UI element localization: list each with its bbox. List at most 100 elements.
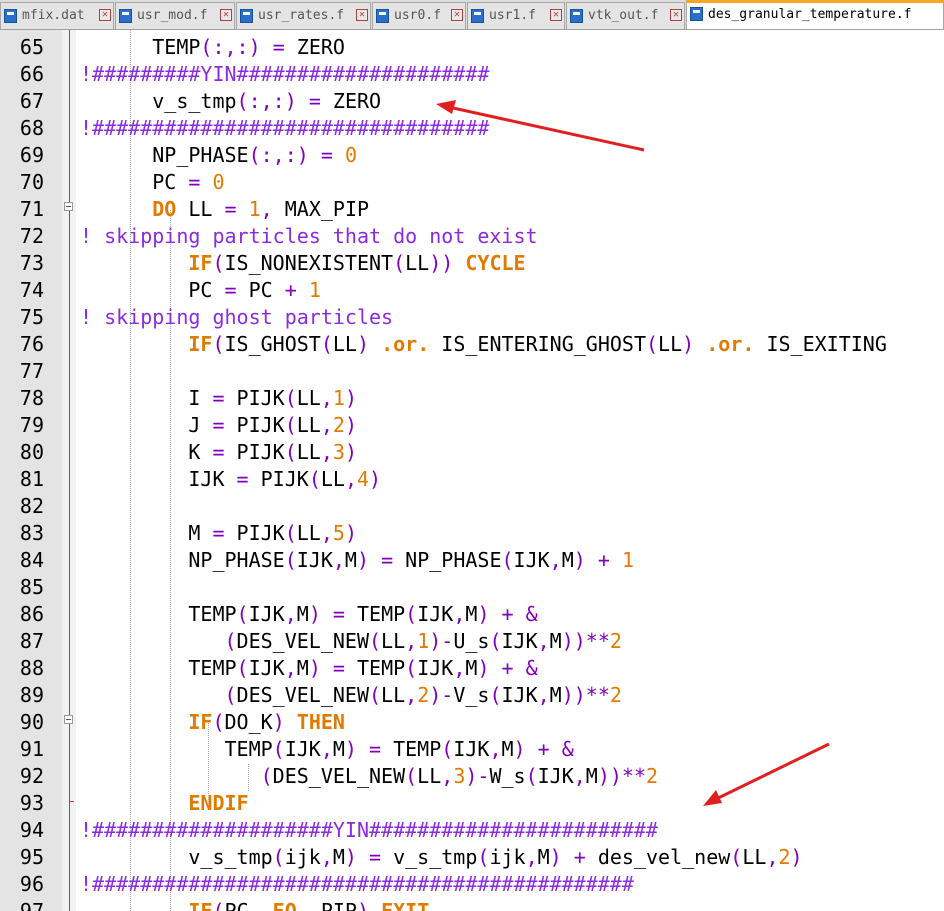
code-token: ) (369, 467, 382, 491)
fortran-file-icon (4, 9, 17, 23)
code-line[interactable]: PC = 0 (80, 169, 224, 196)
tab-des-granular-temperature-f[interactable]: des_granular_temperature.f✕ (686, 0, 944, 29)
code-line[interactable]: J = PIJK(LL,2) (80, 412, 357, 439)
code-line[interactable]: ! skipping particles that do not exist (80, 223, 538, 250)
tab-usr1-f[interactable]: usr1.f ✕ (467, 2, 565, 29)
code-token: ( (212, 251, 225, 275)
code-token: , (320, 440, 333, 464)
code-line[interactable]: !#######################################… (80, 871, 634, 898)
code-line[interactable]: (DES_VEL_NEW(LL,2)-V_s(IJK,M))**2 (80, 682, 622, 709)
code-line[interactable]: !################################# (80, 115, 489, 142)
code-token: , (260, 197, 273, 221)
code-editor[interactable]: TEMP(:,:) = ZERO !#########YIN###########… (76, 30, 944, 911)
fold-minus-icon[interactable] (64, 202, 73, 211)
code-line[interactable]: !####################YIN################… (80, 817, 658, 844)
close-tab-icon[interactable]: ✕ (356, 9, 368, 21)
code-token: = (369, 845, 382, 869)
code-token: ( (224, 629, 237, 653)
close-tab-icon[interactable]: ✕ (99, 9, 111, 21)
code-line[interactable]: v_s_tmp(ijk,M) = v_s_tmp(ijk,M) + des_ve… (80, 844, 802, 871)
code-line[interactable]: TEMP(IJK,M) = TEMP(IJK,M) + & (80, 655, 537, 682)
code-line[interactable]: ! skipping ghost particles (80, 304, 393, 331)
code-token: LL (320, 467, 345, 491)
code-token: TEMP (80, 656, 237, 680)
code-line[interactable]: !#########YIN##################### (80, 61, 489, 88)
code-token: PIJK (224, 386, 285, 410)
code-line[interactable]: v_s_tmp(:,:) = ZERO (80, 88, 381, 115)
close-tab-icon[interactable]: ✕ (220, 9, 232, 21)
code-token: ) (356, 548, 370, 572)
code-token: ! skipping particles that do not exist (80, 224, 538, 248)
close-tab-icon[interactable]: ✕ (550, 9, 562, 21)
code-token: + (501, 656, 514, 680)
tab-usr-rates-f[interactable]: usr_rates.f ✕ (236, 2, 371, 29)
code-token: ( (369, 629, 382, 653)
line-number: 89 (19, 683, 44, 707)
close-tab-icon[interactable]: ✕ (451, 9, 463, 21)
code-token: & (525, 602, 538, 626)
code-line[interactable]: IF(PC .EQ. PIP) EXIT (80, 898, 429, 911)
code-token: LL (332, 332, 357, 356)
code-line[interactable]: TEMP(IJK,M) = TEMP(IJK,M) + & (80, 601, 538, 628)
code-line[interactable]: (DES_VEL_NEW(LL,3)-W_s(IJK,M))**2 (80, 763, 658, 790)
tab-label: des_granular_temperature.f (708, 7, 912, 22)
code-line[interactable]: TEMP(:,:) = ZERO (80, 34, 345, 61)
code-token: ) (356, 332, 370, 356)
code-token: LL (417, 764, 442, 788)
code-line[interactable]: IJK = PIJK(LL,4) (80, 466, 381, 493)
code-token: ( (441, 737, 454, 761)
code-line[interactable]: IF(IS_NONEXISTENT(LL)) CYCLE (80, 250, 525, 277)
code-token: THEN (296, 710, 345, 734)
code-token: , (453, 656, 466, 680)
code-line[interactable]: IF(IS_GHOST(LL) .or. IS_ENTERING_GHOST(L… (80, 331, 886, 358)
code-token: ( (369, 683, 382, 707)
fortran-file-icon (690, 7, 703, 21)
code-token: IJK (453, 737, 490, 761)
code-token: IS_GHOST (224, 332, 321, 356)
code-token: )- (465, 764, 490, 788)
fold-minus-icon[interactable] (64, 715, 73, 724)
code-line[interactable]: (DES_VEL_NEW(LL,1)-U_s(IJK,M))**2 (80, 628, 622, 655)
tab-usr-mod-f[interactable]: usr_mod.f ✕ (115, 2, 235, 29)
code-line[interactable]: M = PIJK(LL,5) (80, 520, 357, 547)
code-token: LL (296, 413, 321, 437)
code-line[interactable]: NP_PHASE(:,:) = 0 (80, 142, 357, 169)
code-token: + (537, 737, 550, 761)
line-number: 96 (19, 872, 44, 896)
tab-vtk-out-f[interactable]: vtk_out.f ✕ (566, 2, 685, 29)
code-line[interactable]: K = PIJK(LL,3) (80, 439, 357, 466)
code-token: , (525, 845, 538, 869)
code-line[interactable]: PC = PC + 1 (80, 277, 321, 304)
code-token: DES_VEL_NEW (236, 629, 369, 653)
code-token: MAX_PIP (272, 197, 370, 221)
tab-usr0-f[interactable]: usr0.f ✕ (372, 2, 466, 29)
code-token: = (212, 386, 225, 410)
code-line[interactable]: ENDIF (80, 790, 248, 817)
line-number: 80 (19, 440, 44, 464)
code-token: IJK (417, 656, 454, 680)
tab-mfix-dat[interactable]: mfix.dat ✕ (0, 2, 114, 29)
code-token: = (320, 143, 333, 167)
code-token: TEMP (80, 35, 201, 59)
fold-margin (62, 30, 76, 911)
code-token: ( (212, 332, 225, 356)
code-token: , (284, 656, 297, 680)
close-tab-icon[interactable]: ✕ (670, 9, 682, 21)
code-line[interactable]: DO LL = 1, MAX_PIP (80, 196, 369, 223)
code-token: ( (308, 467, 321, 491)
tab-label: usr1.f (489, 8, 536, 23)
code-line[interactable]: TEMP(IJK,M) = TEMP(IJK,M) + & (80, 736, 573, 763)
code-token: !#######################################… (80, 872, 634, 896)
code-token: ) (477, 656, 490, 680)
code-token: ) (344, 413, 357, 437)
code-line[interactable]: IF(DO_K) THEN (80, 709, 345, 736)
code-token: EXIT (381, 899, 430, 911)
code-token: M (465, 602, 478, 626)
code-line[interactable]: NP_PHASE(IJK,M) = NP_PHASE(IJK,M) + 1 (80, 547, 634, 574)
code-token: LL (296, 521, 321, 545)
code-line[interactable]: I = PIJK(LL,1) (80, 385, 357, 412)
